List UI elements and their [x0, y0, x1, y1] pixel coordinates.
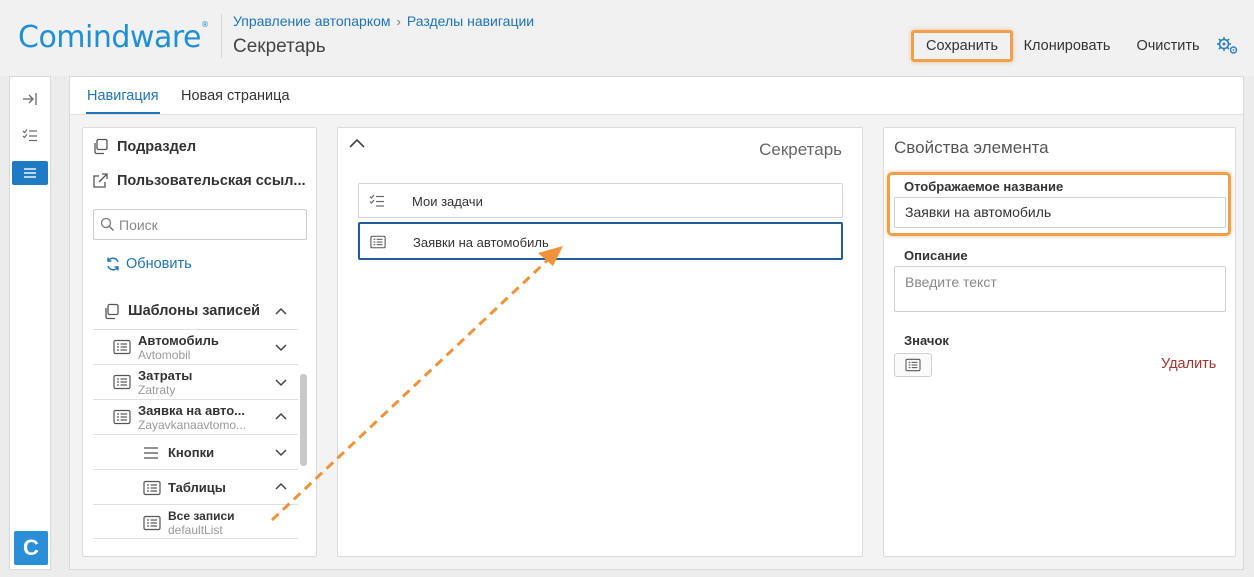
list-icon: [113, 374, 131, 390]
delete-icon-link[interactable]: Удалить: [1161, 356, 1216, 372]
icon-label: Значок: [904, 333, 949, 348]
chevron-down-icon[interactable]: [274, 341, 288, 355]
element-properties-panel: Свойства элемента Отображаемое название …: [883, 127, 1236, 557]
app-sidebar: C: [9, 76, 51, 570]
tree-node-system-name: Avtomobil: [138, 348, 191, 362]
breadcrumb: Управление автопарком › Разделы навигаци…: [233, 13, 534, 29]
icon-picker-button[interactable]: [894, 353, 932, 377]
tree-node-label: Автомобиль: [138, 333, 219, 348]
navigation-structure-panel: Секретарь Мои задачи Заявки на автомобил…: [337, 127, 863, 557]
add-custom-link-item[interactable]: Пользовательская ссыл...: [92, 172, 306, 189]
list-icon: [143, 515, 161, 531]
search-placeholder: Поиск: [119, 216, 158, 233]
tree-node-label: Заявка на авто...: [138, 403, 246, 418]
nav-item-label: Заявки на автомобиль: [413, 235, 549, 250]
tree-node-tables[interactable]: Таблицы: [93, 469, 298, 504]
chevron-down-icon[interactable]: [274, 446, 288, 460]
tree-node-label: Кнопки: [168, 445, 215, 460]
menu-lines-icon: [144, 447, 158, 459]
settings-gear-icon[interactable]: [1216, 36, 1240, 56]
display-name-label: Отображаемое название: [904, 179, 1064, 194]
tree-node-system-name: Zatraty: [138, 383, 176, 397]
tree-node-label: Шаблоны записей: [128, 303, 261, 319]
comindware-app-icon[interactable]: C: [14, 531, 48, 565]
add-subsection-label: Подраздел: [117, 138, 197, 155]
table-icon: [143, 480, 161, 496]
add-subsection-item[interactable]: Подраздел: [92, 138, 196, 155]
tree-node-record-templates[interactable]: Шаблоны записей: [93, 294, 298, 329]
tree-node-system-name: defaultList: [168, 523, 223, 537]
page-title: Секретарь: [233, 36, 326, 57]
external-link-icon: [93, 173, 108, 188]
list-icon: [905, 358, 921, 372]
tree-node-zayavka[interactable]: Заявка на авто... Zayavkanaavtomo...: [93, 399, 298, 434]
subsection-icon: [94, 138, 108, 155]
logo-divider: [221, 14, 222, 58]
tree-node-all-records[interactable]: Все записи defaultList: [93, 504, 298, 539]
list-icon: [113, 409, 131, 425]
nav-item-label: Мои задачи: [412, 194, 483, 209]
chevron-up-icon[interactable]: [274, 479, 288, 493]
nav-item-my-tasks[interactable]: Мои задачи: [358, 183, 843, 218]
display-name-input[interactable]: Заявки на автомобиль: [894, 197, 1226, 228]
active-tab-indicator: [86, 112, 160, 114]
tab-navigation[interactable]: Навигация: [87, 88, 159, 104]
description-label: Описание: [904, 248, 968, 263]
nav-item-car-requests[interactable]: Заявки на автомобиль: [358, 222, 843, 260]
main-content: Навигация Новая страница Подраздел Польз…: [69, 76, 1244, 570]
list-icon: [370, 235, 386, 249]
properties-title: Свойства элемента: [894, 138, 1049, 157]
tree-node-zatraty[interactable]: Затраты Zatraty: [93, 364, 298, 399]
refresh-button[interactable]: Обновить: [105, 256, 192, 272]
chevron-right-icon: ›: [396, 13, 401, 29]
refresh-icon: [107, 257, 119, 271]
tasks-icon: [369, 194, 384, 207]
tab-new-page[interactable]: Новая страница: [181, 88, 290, 104]
navigation-section-title: Секретарь: [759, 140, 842, 159]
navigation-menu-icon[interactable]: [12, 161, 48, 185]
refresh-label: Обновить: [126, 256, 192, 272]
list-icon: [113, 339, 131, 355]
templates-icon: [105, 303, 119, 320]
app-header: Comindware® Управление автопарком › Разд…: [0, 0, 1254, 76]
search-icon: [100, 217, 114, 231]
tree-node-buttons[interactable]: Кнопки: [93, 434, 298, 469]
toolbox-panel: Подраздел Пользовательская ссыл... Поиск…: [82, 127, 317, 557]
breadcrumb-item-nav-sections[interactable]: Разделы навигации: [407, 13, 534, 29]
collapse-sidebar-icon[interactable]: [10, 85, 50, 113]
chevron-down-icon[interactable]: [274, 376, 288, 390]
toolbox-search-input[interactable]: Поиск: [93, 209, 307, 240]
toolbox-scrollbar[interactable]: [300, 374, 307, 466]
breadcrumb-item-fleet[interactable]: Управление автопарком: [233, 13, 391, 29]
tree-node-label: Таблицы: [168, 480, 226, 495]
tasks-icon[interactable]: [10, 121, 50, 149]
clone-button[interactable]: Клонировать: [1020, 33, 1114, 59]
collapse-chevron-up-icon[interactable]: [348, 136, 366, 150]
clear-button[interactable]: Очистить: [1133, 33, 1203, 59]
tab-bar: Навигация Новая страница: [70, 77, 1243, 115]
tree-node-avtomobil[interactable]: Автомобиль Avtomobil: [93, 329, 298, 364]
description-input[interactable]: Введите текст: [894, 266, 1226, 312]
tree-node-label: Все записи: [168, 509, 235, 523]
add-custom-link-label: Пользовательская ссыл...: [117, 172, 306, 189]
save-button[interactable]: Сохранить: [911, 30, 1013, 62]
logo: Comindware®: [18, 20, 209, 55]
chevron-up-icon[interactable]: [274, 304, 288, 318]
tree-node-system-name: Zayavkanaavtomo...: [138, 418, 247, 432]
chevron-up-icon[interactable]: [274, 409, 288, 423]
tree-node-label: Затраты: [138, 368, 193, 383]
